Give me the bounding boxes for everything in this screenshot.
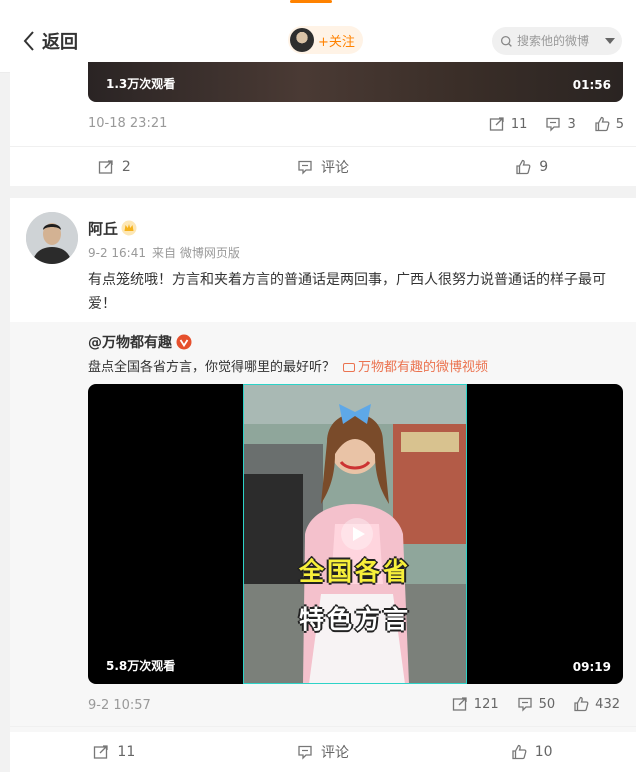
crown-badge-icon	[121, 220, 137, 236]
verified-badge-icon	[176, 334, 192, 350]
video-caption-line2: 特色方言	[298, 605, 411, 634]
share-icon	[452, 697, 467, 711]
forward-stat[interactable]: 121	[452, 696, 499, 712]
like-button[interactable]: 10	[427, 732, 636, 772]
like-stat[interactable]: 5	[594, 116, 624, 132]
search-box[interactable]	[492, 27, 622, 55]
play-icon[interactable]	[340, 517, 374, 551]
post-timestamp[interactable]: 10-18 23:21	[88, 116, 167, 131]
share-icon	[94, 745, 109, 759]
like-label: 10	[534, 744, 553, 760]
video-duration: 01:56	[572, 78, 611, 92]
forward-label: 2	[121, 159, 131, 175]
thumbs-up-icon	[595, 116, 610, 132]
video-player[interactable]: 全国各省 特色方言 5.8万次观看 09:19	[88, 384, 623, 684]
comment-label: 评论	[321, 745, 349, 761]
back-label: 返回	[42, 32, 78, 53]
search-icon	[500, 35, 512, 47]
video-link-label: 万物都有趣的微博视频	[358, 360, 489, 375]
post-time[interactable]: 9-2 16:41	[88, 246, 146, 260]
comment-stat[interactable]: 50	[517, 696, 556, 712]
like-label: 9	[539, 159, 549, 175]
follow-button[interactable]: +关注	[288, 26, 363, 54]
search-input[interactable]	[517, 34, 597, 48]
video-views: 5.8万次观看	[106, 659, 176, 673]
avatar-photo	[26, 212, 78, 264]
dropdown-caret-icon[interactable]	[605, 38, 615, 44]
repost-author[interactable]: @万物都有趣	[88, 332, 172, 352]
avatar	[290, 28, 314, 52]
video-link[interactable]: 万物都有趣的微博视频	[343, 360, 488, 375]
forward-button[interactable]: 11	[10, 732, 219, 772]
post-text: 有点笼统哦！方言和夹着方言的普通话是两回事，广西人很努力说普通话的样子最可爱！	[88, 272, 606, 312]
avatar[interactable]	[26, 212, 78, 264]
follow-label: +关注	[318, 34, 355, 50]
comment-stat[interactable]: 3	[545, 116, 576, 132]
comment-count: 50	[538, 696, 556, 712]
forward-count: 121	[473, 696, 499, 712]
video-caption-line1: 全国各省	[298, 557, 411, 586]
forward-label: 11	[117, 744, 136, 760]
username[interactable]: 阿丘	[88, 218, 118, 239]
repost-box: @万物都有趣 盘点全国各省方言，你觉得哪里的最好听？ 万物都有趣的微博视频 全国…	[10, 322, 636, 755]
video-player[interactable]: 1.3万次观看 01:56	[88, 62, 623, 102]
comment-button[interactable]: 评论	[219, 732, 428, 772]
post-meta: 9-2 16:41 来自 微博网页版	[88, 244, 240, 261]
chevron-left-icon	[23, 31, 34, 51]
action-bar: 2 评论 9	[10, 147, 636, 187]
forward-button[interactable]: 2	[10, 147, 219, 187]
active-tab-indicator	[290, 0, 332, 3]
post-source: 来自 微博网页版	[152, 246, 240, 260]
like-count: 5	[615, 116, 624, 132]
repost-timestamp[interactable]: 9-2 10:57	[88, 698, 151, 713]
like-count: 432	[595, 696, 620, 712]
thumbs-up-icon	[512, 744, 527, 760]
share-icon	[98, 160, 113, 174]
comment-count: 3	[567, 116, 576, 132]
back-button[interactable]: 返回	[22, 28, 78, 54]
like-button[interactable]: 9	[427, 147, 636, 187]
forward-count: 11	[510, 116, 528, 132]
repost-stats: 121 50 432	[434, 696, 620, 712]
video-views: 1.3万次观看	[106, 77, 176, 91]
comment-icon	[517, 697, 532, 712]
repost-body: 盘点全国各省方言，你觉得哪里的最好听？	[88, 360, 336, 375]
comment-label: 评论	[321, 160, 349, 176]
like-stat[interactable]: 432	[573, 696, 620, 712]
thumbs-up-icon	[574, 696, 589, 712]
action-bar: 11 评论 10	[10, 732, 636, 772]
comment-icon	[298, 160, 312, 175]
comment-icon	[298, 745, 312, 760]
comment-icon	[546, 117, 561, 132]
repost-text: 盘点全国各省方言，你觉得哪里的最好听？ 万物都有趣的微博视频	[88, 356, 488, 375]
weibo-card: 阿丘 9-2 16:41 来自 微博网页版 有点笼统哦！方言和夹着方言的普通话是两…	[10, 198, 636, 772]
thumbs-up-icon	[516, 159, 531, 175]
comment-button[interactable]: 评论	[219, 147, 428, 187]
forward-stat[interactable]: 11	[489, 116, 528, 132]
post-stats: 11 3 5	[471, 116, 624, 132]
video-duration: 09:19	[572, 660, 611, 674]
share-icon	[489, 117, 504, 131]
video-link-icon	[343, 363, 356, 372]
divider	[10, 726, 636, 727]
weibo-card: 1.3万次观看 01:56 10-18 23:21 11 3 5 2 评论 9	[10, 62, 636, 186]
